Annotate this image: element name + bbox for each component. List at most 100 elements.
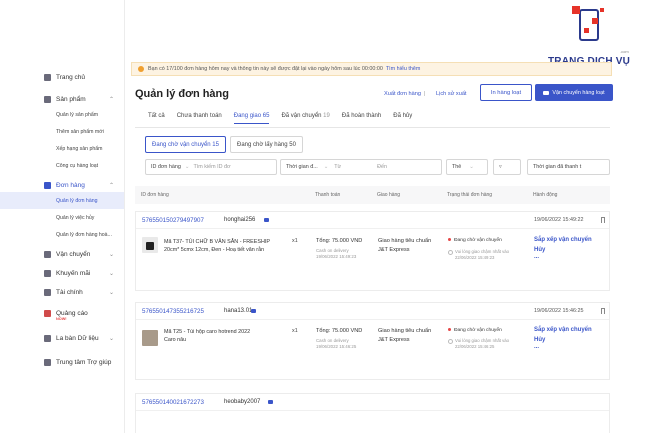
sidebar-item-label: Vận chuyển — [56, 250, 91, 258]
buyer-username[interactable]: heobaby2007 — [224, 399, 260, 405]
payment-info: Cash on delivery 19/06/2022 15:49:23 — [316, 248, 357, 259]
logo-domain: .com — [620, 49, 629, 54]
date-to[interactable]: Đến — [377, 164, 387, 170]
subtab-awaiting-pickup[interactable]: Đang chờ lấy hàng 50 — [230, 136, 303, 153]
tab-cancelled[interactable]: Đã hủy — [393, 113, 412, 124]
buyer-username[interactable]: honghai256 — [224, 217, 255, 223]
sort-select[interactable]: Thời gian đã thanh t — [527, 159, 610, 175]
order-id-row: 576550147355216725 hana13.01 19/06/2022 … — [136, 303, 609, 320]
delivery-deadline: Vui lòng giao chậm nhất vào 22/06/2022 1… — [448, 338, 528, 350]
sidebar-item-products[interactable]: Sản phẩm ⌃ — [0, 92, 124, 106]
filter-button[interactable]: ▿ — [493, 159, 521, 175]
col-action: Hành động — [533, 192, 558, 198]
sidebar-item-shipping[interactable]: Vận chuyển ⌄ — [0, 247, 124, 261]
order-icon — [44, 181, 51, 189]
product-thumbnail — [142, 330, 158, 346]
sidebar-sub-product-ranking[interactable]: Xếp hạng sản phẩm — [0, 140, 124, 157]
box-icon — [44, 95, 51, 103]
arrange-shipment-link[interactable]: Sắp xếp vận chuyển — [534, 236, 592, 245]
wallet-icon — [44, 288, 51, 296]
sidebar-item-home[interactable]: Trang chủ — [0, 70, 124, 84]
bulk-ship-label: Vận chuyển hàng loạt — [552, 89, 605, 96]
notice-banner: Bạn có 17/100 đơn hàng hôm nay và thông … — [131, 62, 612, 76]
sidebar-item-label: Tài chính — [56, 288, 83, 296]
sidebar-sub-bulk-tools[interactable]: Công cụ hàng loạt — [0, 157, 124, 174]
order-status: Đang chờ vận chuyển — [448, 238, 502, 243]
date-filter[interactable]: Thời gian đ... ⌄ Từ Đến — [280, 159, 442, 175]
order-total: Tổng: 75.000 VND — [316, 238, 363, 244]
chevron-down-icon: ⌄ — [108, 289, 114, 296]
order-id[interactable]: 576550147355216725 — [142, 308, 204, 315]
sidebar-item-help[interactable]: Trung tâm Trợ giúp — [0, 355, 124, 369]
tab-shipping[interactable]: Đang giao 65 — [233, 113, 270, 124]
bookmark-icon[interactable] — [601, 308, 605, 314]
sidebar-sub-manage-orders[interactable]: Quản lý đơn hàng — [0, 192, 124, 209]
sidebar-sub-manage-products[interactable]: Quản lý sản phẩm — [0, 106, 124, 123]
buyer-username[interactable]: hana13.01 — [224, 308, 252, 314]
delivery-deadline: Vui lòng giao chậm nhất vào 22/06/2022 1… — [448, 249, 528, 261]
sidebar-item-promotions[interactable]: Khuyến mãi ⌄ — [0, 266, 124, 280]
sidebar-sub-add-product[interactable]: Thêm sản phẩm mới — [0, 123, 124, 140]
chevron-down-icon: ⌄ — [323, 164, 329, 170]
sidebar-item-label: Trang chủ — [56, 73, 86, 81]
home-icon — [44, 73, 51, 81]
order-id[interactable]: 576550150279497907 — [142, 217, 204, 224]
order-card: 576550140021672273 heobaby2007 — [135, 393, 610, 433]
sidebar-item-orders[interactable]: Đơn hàng ⌃ — [0, 178, 124, 192]
order-card: 576550150279497907 honghai256 19/06/2022… — [135, 211, 610, 291]
order-search-input[interactable]: Tìm kiếm ID đơ — [193, 164, 230, 170]
chat-icon[interactable] — [251, 309, 256, 313]
bulk-ship-button[interactable]: Vận chuyển hàng loạt — [535, 84, 613, 101]
chat-icon[interactable] — [268, 400, 273, 404]
bulk-print-button[interactable]: In hàng loạt — [480, 84, 532, 101]
export-orders-link[interactable]: Xuất đơn hàng — [384, 91, 421, 97]
more-actions-link[interactable]: ... — [534, 343, 539, 352]
product-thumbnail — [142, 237, 158, 253]
truck-icon — [44, 250, 51, 258]
warning-icon — [138, 66, 144, 72]
status-dot — [448, 328, 451, 332]
sidebar-item-label: Quảng cáo — [56, 309, 88, 317]
chat-icon[interactable] — [264, 218, 269, 222]
sidebar-sub-cancellations[interactable]: Quản lý việc hủy — [0, 209, 124, 226]
sidebar-item-data[interactable]: La bàn Dữ liệu ⌄ — [0, 331, 124, 345]
tab-all[interactable]: Tất cả — [148, 113, 165, 124]
order-search-select[interactable]: ID đơn hàng — [151, 164, 181, 170]
sort-label: Thời gian đã thanh t — [533, 164, 582, 170]
bookmark-icon[interactable] — [601, 217, 605, 223]
arrange-shipment-link[interactable]: Sắp xếp vận chuyển — [534, 326, 592, 335]
subtab-awaiting-shipment[interactable]: Đang chờ vận chuyển 15 — [145, 136, 226, 153]
help-icon — [44, 358, 51, 366]
payment-info: Cash on delivery 19/06/2022 15:46:25 — [316, 338, 357, 349]
tab-unpaid[interactable]: Chưa thanh toán — [177, 113, 222, 124]
compass-icon — [44, 334, 51, 342]
tabs-divider — [135, 127, 610, 128]
order-card: 576550147355216725 hana13.01 19/06/2022 … — [135, 302, 610, 380]
tag-filter[interactable]: Thẻ ⌄ — [446, 159, 488, 175]
separator: | — [424, 91, 426, 97]
tab-shipped[interactable]: Đã vận chuyển 19 — [281, 113, 329, 124]
chevron-up-icon: ⌃ — [108, 96, 114, 103]
order-search[interactable]: ID đơn hàng ⌄ Tìm kiếm ID đơ — [145, 159, 277, 175]
col-id: ID đơn hàng — [141, 192, 169, 198]
chevron-down-icon: ⌄ — [184, 164, 190, 170]
date-type-select[interactable]: Thời gian đ... — [286, 164, 318, 170]
order-id[interactable]: 576550140021672273 — [142, 399, 204, 406]
sidebar-item-finance[interactable]: Tài chính ⌄ — [0, 285, 124, 299]
date-from[interactable]: Từ — [334, 164, 341, 170]
sidebar-item-label: Khuyến mãi — [56, 269, 91, 277]
order-total: Tổng: 75.000 VND — [316, 328, 363, 334]
chevron-up-icon: ⌃ — [108, 182, 114, 189]
more-actions-link[interactable]: ... — [534, 253, 539, 262]
tab-completed[interactable]: Đã hoàn thành — [342, 113, 381, 124]
learn-more-link[interactable]: Tìm hiểu thêm — [386, 66, 420, 72]
megaphone-icon — [44, 309, 51, 317]
notice-text: Bạn có 17/100 đơn hàng hôm nay và thông … — [148, 66, 383, 72]
export-history-link[interactable]: Lịch sử xuất — [436, 91, 466, 97]
sidebar-sub-returns[interactable]: Quản lý đơn hàng hoà... — [0, 226, 124, 243]
sidebar-item-label: Sản phẩm — [56, 95, 86, 103]
sidebar-item-ads[interactable]: Quảng cáo NOW! — [0, 306, 124, 321]
quantity: x1 — [292, 238, 298, 244]
sidebar: Trang chủ Sản phẩm ⌃ Quản lý sản phẩm Th… — [0, 0, 125, 433]
order-status: Đang chờ vận chuyển — [448, 328, 502, 333]
